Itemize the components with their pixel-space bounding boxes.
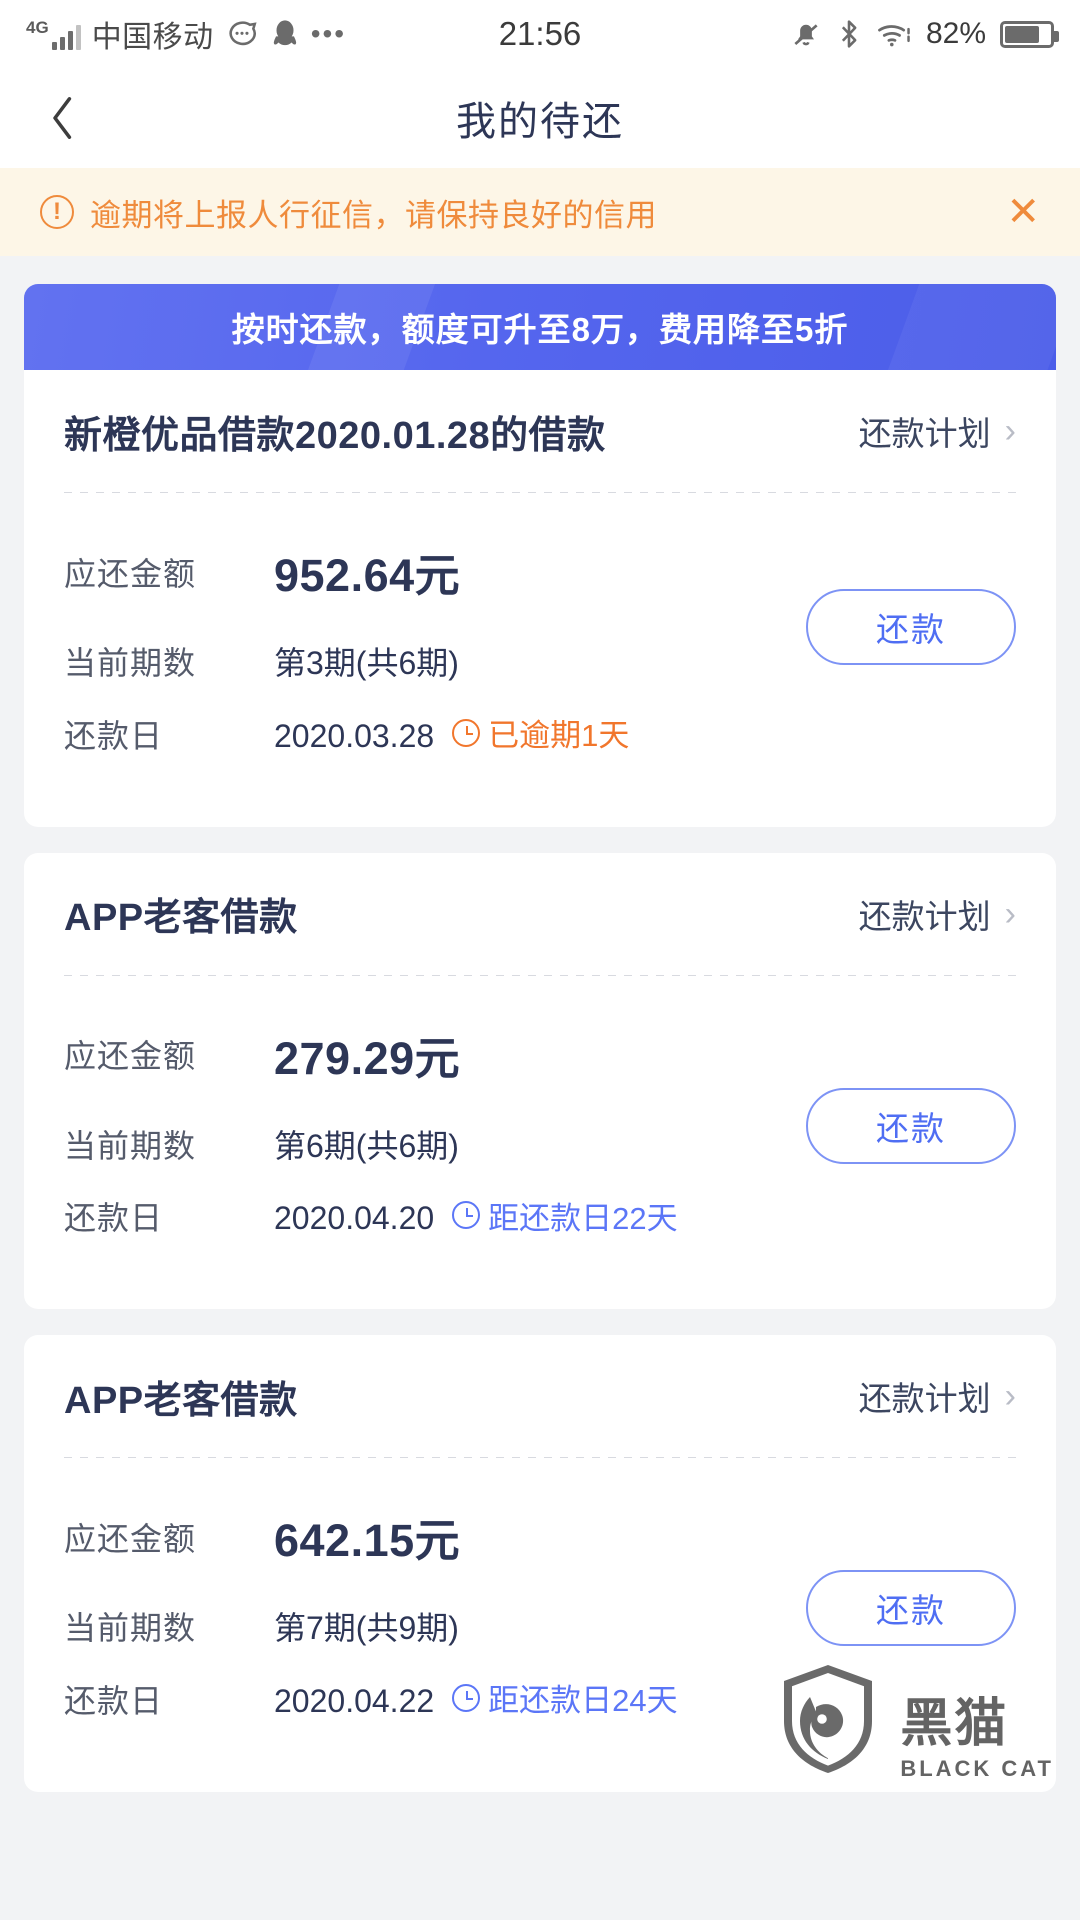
repayment-plan-link[interactable]: 还款计划 › xyxy=(859,1372,1016,1420)
loan-detail-rows: 应还金额 642.15元 当前期数 第7期(共9期) 还款日 2020.04.2… xyxy=(64,1458,1016,1792)
bluetooth-icon xyxy=(836,18,862,50)
network-type-label: 4G xyxy=(26,17,49,37)
repay-date-value: 2020.04.22 xyxy=(274,1682,435,1719)
battery-percentage: 82% xyxy=(925,17,986,50)
repay-button[interactable]: 还款 xyxy=(806,1087,1016,1164)
clock-icon xyxy=(452,718,481,747)
clock-icon xyxy=(452,1683,481,1712)
period-value: 第6期(共6期) xyxy=(274,1127,459,1164)
repayment-plan-link[interactable]: 还款计划 › xyxy=(859,407,1016,455)
repay-date-label: 还款日 xyxy=(64,717,164,754)
status-bar-left: 4G 中国移动 ••• xyxy=(26,12,346,56)
amount-label: 应还金额 xyxy=(64,1520,197,1557)
due-status-text: 距还款日22天 xyxy=(488,1200,678,1236)
amount-value: 279.29元 xyxy=(274,1032,461,1084)
repay-date-value: 2020.04.20 xyxy=(274,1200,435,1236)
promo-banner[interactable]: 按时还款，额度可升至8万，费用降至5折 xyxy=(24,284,1056,370)
repay-date-row: 还款日 2020.04.22 距还款日24天 xyxy=(64,1675,1016,1722)
repay-button-label: 还款 xyxy=(876,611,946,648)
period-label: 当前期数 xyxy=(64,645,197,681)
loan-title: APP老客借款 xyxy=(64,897,298,939)
credit-warning-banner: ! 逾期将上报人行征信，请保持良好的信用 ✕ xyxy=(0,168,1080,256)
repay-date-label: 还款日 xyxy=(64,1682,164,1719)
repay-button[interactable]: 还款 xyxy=(806,1570,1016,1646)
chevron-right-icon: › xyxy=(1004,894,1016,933)
more-dots-icon: ••• xyxy=(310,18,347,49)
loan-card-header: APP老客借款 还款计划 › xyxy=(64,853,1016,975)
repay-date-label: 还款日 xyxy=(64,1200,164,1236)
status-bar-right: 82% xyxy=(790,17,1059,51)
repayment-plan-label: 还款计划 xyxy=(858,897,991,935)
loan-title: 新橙优品借款2020.01.28的借款 xyxy=(64,414,606,457)
warning-text: 逾期将上报人行征信，请保持良好的信用 xyxy=(90,197,657,233)
loan-card: 新橙优品借款2020.01.28的借款 还款计划 › 应还金额 952.64元 … xyxy=(24,370,1056,827)
amount-label: 应还金额 xyxy=(64,555,197,592)
clock-icon xyxy=(452,1201,481,1229)
amount-row: 应还金额 279.29元 xyxy=(64,1022,1016,1087)
qq-penguin-icon xyxy=(270,17,300,51)
period-value: 第7期(共9期) xyxy=(274,1610,459,1646)
loan-title: APP老客借款 xyxy=(64,1379,298,1422)
close-icon[interactable]: ✕ xyxy=(1006,192,1040,232)
loan-card: APP老客借款 还款计划 › 应还金额 279.29元 当前期数 第6期(共6期… xyxy=(24,852,1056,1310)
period-label: 当前期数 xyxy=(64,1610,197,1646)
amount-label: 应还金额 xyxy=(64,1038,197,1074)
period-value: 第3期(共6期) xyxy=(274,645,459,681)
chevron-right-icon: › xyxy=(1004,412,1016,450)
repayment-plan-label: 还款计划 xyxy=(858,1380,991,1417)
overdue-status-badge: 已逾期1天 xyxy=(452,710,629,755)
signal-strength-icon: 4G xyxy=(26,19,81,50)
repay-button-label: 还款 xyxy=(876,1592,946,1629)
wifi-icon xyxy=(876,19,912,49)
loan-list: 按时还款，额度可升至8万，费用降至5折 新橙优品借款2020.01.28的借款 … xyxy=(0,256,1080,1792)
bell-muted-icon xyxy=(790,18,822,50)
loan-card-header: 新橙优品借款2020.01.28的借款 还款计划 › xyxy=(64,370,1016,492)
repay-button[interactable]: 还款 xyxy=(806,589,1016,665)
repay-button-label: 还款 xyxy=(876,1109,946,1147)
chat-bubble-icon xyxy=(225,17,259,51)
page-title: 我的待还 xyxy=(456,100,624,144)
due-status-text: 距还款日24天 xyxy=(488,1683,678,1718)
loan-card-header: APP老客借款 还款计划 › xyxy=(64,1335,1016,1457)
due-status-badge: 距还款日22天 xyxy=(452,1193,678,1238)
amount-value: 642.15元 xyxy=(274,1515,461,1566)
amount-value: 952.64元 xyxy=(274,550,461,601)
repay-date-row: 还款日 2020.03.28 已逾期1天 xyxy=(64,710,1016,757)
repay-date-value: 2020.03.28 xyxy=(274,717,435,754)
promo-text: 按时还款，额度可升至8万，费用降至5折 xyxy=(231,311,849,348)
loan-detail-rows: 应还金额 952.64元 当前期数 第3期(共6期) 还款日 2020.03.2… xyxy=(64,493,1016,827)
repayment-plan-label: 还款计划 xyxy=(858,415,991,452)
status-bar: 4G 中国移动 ••• 21:56 82% xyxy=(0,0,1080,68)
navigation-bar: 我的待还 xyxy=(0,68,1080,168)
loan-detail-rows: 应还金额 279.29元 当前期数 第6期(共6期) 还款日 2020.04.2… xyxy=(64,976,1016,1310)
chevron-right-icon: › xyxy=(1004,1377,1016,1415)
repayment-plan-link[interactable]: 还款计划 › xyxy=(859,890,1016,938)
exclamation-circle-icon: ! xyxy=(40,195,74,229)
due-status-badge: 距还款日24天 xyxy=(452,1675,678,1720)
repay-date-row: 还款日 2020.04.20 距还款日22天 xyxy=(64,1193,1016,1240)
overdue-status-text: 已逾期1天 xyxy=(488,718,630,753)
carrier-label: 中国移动 xyxy=(91,21,214,54)
loan-card: APP老客借款 还款计划 › 应还金额 642.15元 当前期数 第7期(共9期… xyxy=(24,1335,1056,1792)
amount-row: 应还金额 642.15元 xyxy=(64,1504,1016,1569)
period-label: 当前期数 xyxy=(64,1127,197,1164)
battery-icon xyxy=(1000,20,1059,48)
